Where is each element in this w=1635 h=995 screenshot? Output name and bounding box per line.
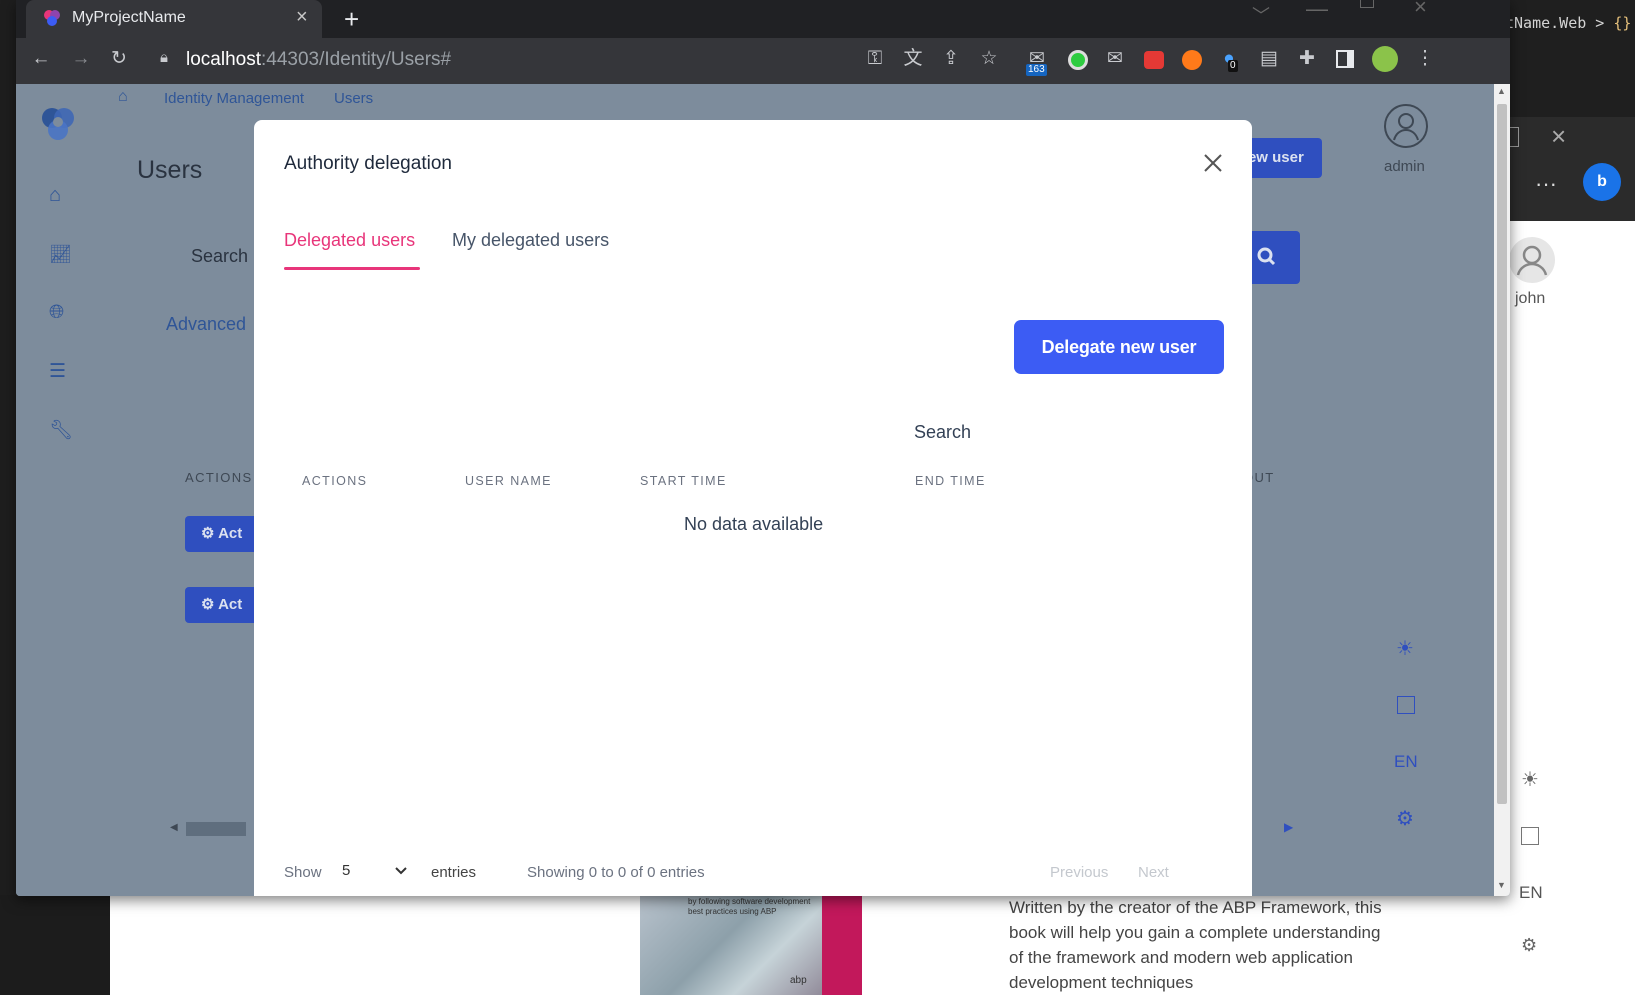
edge-titlebar: × ··· b	[1493, 117, 1635, 221]
column-header-actions: ACTIONS	[185, 470, 253, 485]
scroll-down-icon[interactable]: ▼	[1497, 880, 1506, 890]
extension-orange-icon[interactable]	[1182, 50, 1202, 70]
layout-columns-icon[interactable]	[1397, 696, 1415, 714]
edge-lang[interactable]: EN	[1519, 883, 1543, 903]
kebab-menu-icon[interactable]: ⋮	[1412, 46, 1438, 72]
search-label: Search	[914, 422, 972, 442]
actions-button[interactable]: ⚙ Act	[185, 587, 265, 623]
previous-page-button[interactable]: Previous	[1050, 864, 1108, 881]
admin-name: admin	[1384, 158, 1425, 175]
translate-icon[interactable]: 文	[900, 46, 926, 72]
extension-ghost-icon[interactable]: ● 0	[1216, 46, 1242, 72]
column-header-start-time[interactable]: START TIME	[640, 474, 727, 488]
breadcrumb-users[interactable]: Users	[334, 90, 373, 107]
bing-icon[interactable]: b	[1583, 163, 1621, 201]
avatar[interactable]	[1509, 237, 1555, 283]
bookmark-star-icon[interactable]: ☆	[976, 46, 1002, 72]
breadcrumb-home-icon[interactable]: ⌂	[118, 88, 128, 106]
delegate-new-user-button[interactable]: Delegate new user	[1014, 320, 1224, 374]
edge-user-name: john	[1515, 290, 1546, 307]
home-icon[interactable]: ⌂	[49, 184, 61, 207]
app-logo-icon[interactable]	[38, 104, 78, 144]
desktop-fragment	[0, 895, 110, 995]
new-tab-icon[interactable]: +	[344, 4, 359, 35]
language-selector[interactable]: EN	[1394, 752, 1418, 772]
vertical-scrollbar[interactable]: ▲ ▼	[1494, 84, 1510, 896]
empty-table-message: No data available	[684, 514, 824, 534]
sun-icon[interactable]: ☀	[1521, 767, 1539, 792]
wrench-icon[interactable]: 🔧︎	[49, 418, 73, 442]
column-header-user-name[interactable]: USER NAME	[465, 474, 552, 488]
app-favicon-icon	[44, 10, 60, 26]
active-tab-indicator	[284, 267, 420, 270]
extension-mail-icon[interactable]: ✉ 163	[1024, 46, 1050, 76]
page-title: Users	[137, 156, 203, 184]
edge-window-fragment: × ··· b john ☀ EN ⚙	[1493, 117, 1635, 995]
background-webpage: by following software development best p…	[110, 895, 1497, 995]
browser-window: MyProjectName × + ﹀ — × ← → ↻ 🔒︎ localho…	[16, 0, 1510, 896]
search-input[interactable]: Search	[191, 246, 248, 267]
vscode-window-fragment: tName.Web > {}	[1497, 0, 1635, 117]
globe-icon[interactable]: 🌐︎	[49, 302, 64, 324]
share-icon[interactable]: ⇪	[938, 46, 964, 72]
tab-delegated-users[interactable]: Delegated users	[284, 230, 415, 251]
book-description: Written by the creator of the ABP Framew…	[1009, 898, 1382, 992]
modal-title: Authority delegation	[284, 153, 452, 174]
extension-reader-icon[interactable]: ▤	[1256, 46, 1282, 72]
extension-red-icon[interactable]	[1144, 51, 1164, 69]
close-icon[interactable]: ×	[1551, 121, 1566, 152]
app-page: ⌂ 📈︎ 🌐︎ ☰ 🔧︎ ⌂ Identity Management Users…	[16, 84, 1494, 896]
scroll-up-icon[interactable]: ▲	[1497, 86, 1506, 96]
advanced-filters-link[interactable]: Advanced	[166, 314, 246, 335]
actions-button[interactable]: ⚙ Act	[185, 516, 265, 552]
extensions-puzzle-icon[interactable]: ✚	[1294, 46, 1320, 72]
minimize-icon[interactable]: —	[1306, 0, 1328, 22]
scroll-left-icon[interactable]: ◀	[170, 822, 178, 833]
page-size-select[interactable]: 5	[336, 860, 416, 886]
authority-delegation-modal: Authority delegation Delegated users My …	[254, 120, 1252, 896]
close-icon[interactable]: ×	[1414, 0, 1427, 20]
close-icon[interactable]	[1200, 150, 1226, 176]
sidebar: ⌂ 📈︎ 🌐︎ ☰ 🔧︎	[16, 84, 108, 896]
chevron-down-icon	[395, 867, 407, 875]
forward-icon[interactable]: →	[68, 46, 94, 72]
tab-my-delegated-users[interactable]: My delegated users	[452, 230, 609, 251]
column-header-end-time[interactable]: END TIME	[915, 474, 986, 488]
horizontal-scrollbar[interactable]	[186, 822, 246, 836]
table-info: Showing 0 to 0 of 0 entries	[527, 864, 705, 881]
theme-sun-icon[interactable]: ☀	[1396, 636, 1414, 661]
show-label: Show	[284, 864, 322, 881]
back-icon[interactable]: ←	[28, 46, 54, 72]
chart-icon[interactable]: 📈︎	[49, 244, 72, 265]
scroll-right-icon[interactable]: ▶	[1284, 820, 1293, 834]
more-icon[interactable]: ···	[1535, 171, 1557, 197]
settings-gear-icon[interactable]: ⚙	[1396, 806, 1414, 831]
browser-tab[interactable]: MyProjectName ×	[26, 0, 322, 38]
next-page-button[interactable]: Next	[1138, 864, 1169, 881]
tab-strip: MyProjectName × + ﹀ — ×	[16, 0, 1510, 38]
column-header-actions[interactable]: ACTIONS	[302, 474, 367, 488]
profile-avatar[interactable]	[1372, 46, 1398, 72]
scrollbar-thumb[interactable]	[1497, 104, 1507, 804]
extension-green-icon[interactable]	[1068, 50, 1088, 70]
key-icon[interactable]: ⚿	[862, 46, 888, 72]
gear-icon[interactable]: ⚙	[1521, 935, 1537, 956]
vscode-breadcrumb[interactable]: tName.Web > {}	[1505, 14, 1631, 32]
admin-avatar[interactable]	[1384, 104, 1428, 148]
side-panel-icon[interactable]	[1336, 50, 1354, 68]
reload-icon[interactable]: ↻	[106, 46, 132, 72]
tab-title: MyProjectName	[72, 9, 186, 26]
list-icon[interactable]: ☰	[49, 360, 66, 383]
entries-label: entries	[431, 864, 477, 881]
chevron-down-icon[interactable]: ﹀	[1252, 2, 1270, 28]
lock-icon: 🔒︎	[160, 49, 168, 66]
address-bar[interactable]: 🔒︎ localhost:44303/Identity/Users#	[150, 44, 890, 78]
maximize-icon[interactable]	[1360, 0, 1374, 8]
book-cover-image: by following software development best p…	[640, 895, 862, 995]
extension-envelope-icon[interactable]: ✉	[1102, 46, 1128, 72]
tab-close-icon[interactable]: ×	[296, 6, 308, 29]
breadcrumb-identity[interactable]: Identity Management	[164, 90, 304, 107]
columns-icon[interactable]	[1521, 827, 1539, 845]
browser-toolbar: ← → ↻ 🔒︎ localhost:44303/Identity/Users#…	[16, 38, 1510, 84]
